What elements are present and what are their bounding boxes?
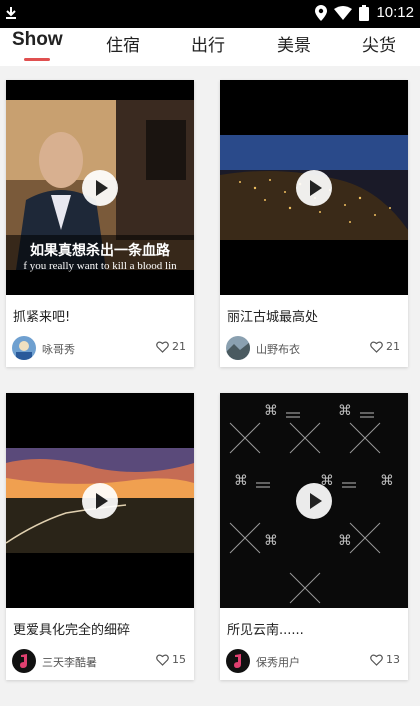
active-tab-indicator [24,58,50,61]
tab-travel[interactable]: 出行 [191,31,225,63]
video-subtitle-en: f you really want to kill a blood lin [23,260,177,272]
video-card[interactable]: 更爱具化完全的细碎 三天李酷暑 15 [6,393,194,680]
username[interactable]: 三天李酷暑 [42,654,97,670]
heart-icon [370,341,383,353]
svg-text:⌘: ⌘ [264,403,278,419]
username[interactable]: 山野布衣 [256,341,300,357]
like-button[interactable]: 13 [370,653,400,666]
username[interactable]: 保秀用户 [256,654,300,670]
tab-lodging[interactable]: 住宿 [106,31,140,63]
card-title: 抓紧来吧! [13,310,71,325]
heart-icon [370,654,383,666]
card-title: 所见云南...... [227,623,304,638]
video-thumbnail[interactable]: 如果真想杀出一条血路 f you really want to kill a b… [6,80,194,295]
wifi-icon [334,5,353,20]
tab-scenery[interactable]: 美景 [277,31,311,63]
download-icon [6,7,16,19]
status-bar: 10:12 [0,0,420,28]
svg-text:⌘: ⌘ [380,473,394,489]
video-card[interactable]: 如果真想杀出一条血路 f you really want to kill a b… [6,80,194,367]
avatar[interactable] [226,336,250,360]
like-count: 13 [386,653,400,666]
like-count: 21 [386,340,400,353]
video-card[interactable]: ⌘ ⌘ ⌘ ⌘ ⌘ ⌘ ⌘ 所见云南...... 保秀用户 13 [220,393,408,680]
like-button[interactable]: 21 [156,340,186,353]
play-icon[interactable] [82,483,118,519]
card-title: 丽江古城最高处 [227,310,319,325]
category-tabbar: Show 住宿 出行 美景 尖货 [0,28,420,66]
like-button[interactable]: 21 [370,340,400,353]
video-thumbnail[interactable]: ⌘ ⌘ ⌘ ⌘ ⌘ ⌘ ⌘ [220,393,408,608]
video-thumbnail[interactable] [6,393,194,608]
like-button[interactable]: 15 [156,653,186,666]
tab-show[interactable]: Show [12,29,63,61]
svg-text:⌘: ⌘ [264,533,278,549]
location-icon [315,4,328,21]
heart-icon [156,654,169,666]
svg-text:⌘: ⌘ [338,533,352,549]
like-count: 21 [172,340,186,353]
battery-icon [359,4,370,21]
svg-text:⌘: ⌘ [338,403,352,419]
like-count: 15 [172,653,186,666]
avatar[interactable] [226,649,250,673]
bottom-strip [0,706,420,724]
card-title: 更爱具化完全的细碎 [13,623,131,638]
svg-text:⌘: ⌘ [234,473,248,489]
username[interactable]: 咏哥秀 [42,341,75,357]
tab-goods[interactable]: 尖货 [362,31,396,63]
play-icon[interactable] [296,483,332,519]
avatar[interactable] [12,649,36,673]
avatar[interactable] [12,336,36,360]
heart-icon [156,341,169,353]
video-card[interactable]: 丽江古城最高处 山野布衣 21 [220,80,408,367]
video-thumbnail[interactable] [220,80,408,295]
status-time: 10:12 [376,4,414,21]
play-icon[interactable] [82,170,118,206]
video-subtitle: 如果真想杀出一条血路 [30,243,170,259]
play-icon[interactable] [296,170,332,206]
